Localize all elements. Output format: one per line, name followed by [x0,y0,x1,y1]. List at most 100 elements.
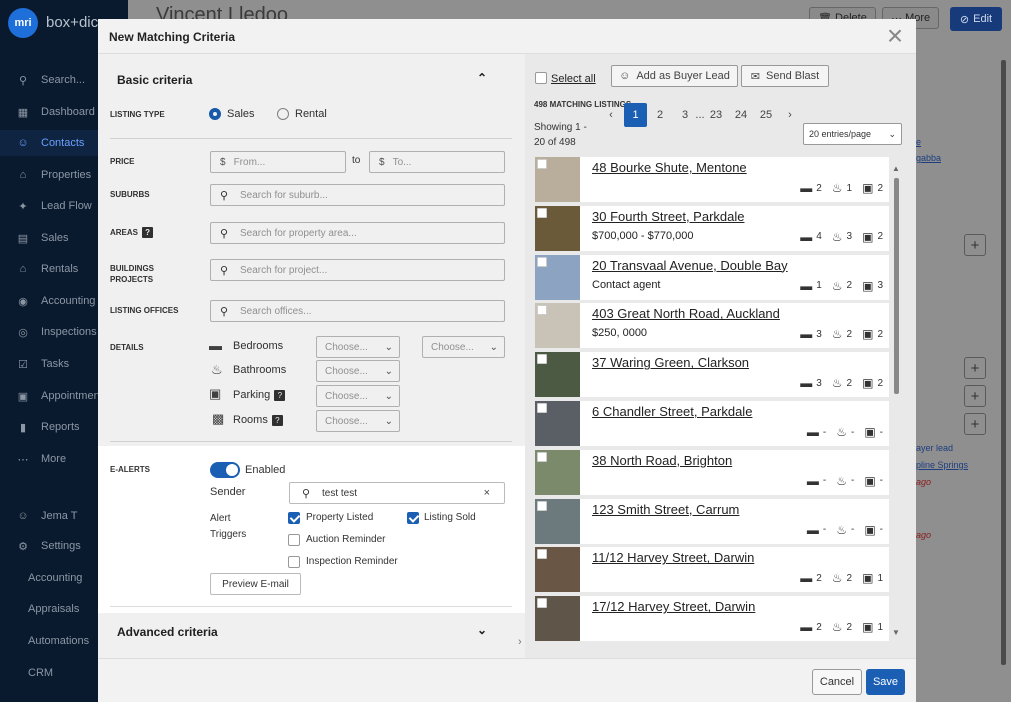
select-all-checkbox[interactable] [535,72,547,84]
page-24[interactable]: 24 [731,103,751,127]
advanced-criteria-heading[interactable]: Advanced criteria [117,625,218,639]
listing-address[interactable]: 37 Waring Green, Clarkson [592,355,749,370]
entries-per-page-select[interactable]: 20 entries/page ⌄ [803,123,902,145]
inspection-reminder-checkbox[interactable] [288,556,300,568]
listing-checkbox[interactable] [537,159,547,169]
help-icon[interactable]: ? [271,415,283,426]
app-logo[interactable]: mri [8,8,38,38]
clear-icon[interactable]: × [484,487,490,499]
chevron-down-icon: ⌄ [888,128,896,139]
listing-row[interactable]: 48 Bourke Shute, Mentone ▬ 2 ♨ 1 ▣ 2 [535,157,889,202]
car-icon: ▣ [862,327,874,342]
pane-toggle-icon[interactable]: › [518,636,522,648]
listing-checkbox[interactable] [537,598,547,609]
listing-sold-checkbox[interactable] [407,512,419,524]
listing-row[interactable]: 123 Smith Street, Carrum ▬ - ♨ - ▣ - [535,498,889,544]
listing-checkbox[interactable] [537,354,547,365]
help-icon[interactable]: ? [142,227,154,238]
page-1[interactable]: 1 [624,103,647,127]
listing-features: ▬ 2 ♨ 2 ▣ 1 [800,571,883,585]
prev-page-icon[interactable]: ‹ [604,103,618,127]
add-button-2[interactable]: + [964,357,986,379]
close-icon[interactable]: × [883,22,907,50]
listing-address[interactable]: 30 Fourth Street, Parkdale [592,209,744,224]
bg-link-2[interactable]: gabba [916,153,941,163]
listing-row[interactable]: 30 Fourth Street, Parkdale $700,000 - $77… [535,205,889,251]
property-listed-checkbox[interactable] [288,512,300,524]
listing-address[interactable]: 20 Transvaal Avenue, Double Bay [592,258,788,273]
listing-row[interactable]: 11/12 Harvey Street, Darwin ▬ 2 ♨ 2 ▣ 1 [535,547,889,593]
listing-checkbox[interactable] [537,500,547,511]
scroll-thumb[interactable] [894,178,899,394]
listing-row[interactable]: 6 Chandler Street, Parkdale ▬ - ♨ - ▣ - [535,401,889,446]
listing-row[interactable]: 37 Waring Green, Clarkson ▬ 3 ♨ 2 ▣ 2 [535,352,889,398]
listing-address[interactable]: 6 Chandler Street, Parkdale [592,404,752,419]
add-buyer-lead-button[interactable]: ☺ Add as Buyer Lead [611,65,738,87]
auction-reminder-checkbox[interactable] [288,534,300,546]
rental-radio[interactable] [277,108,289,120]
listing-checkbox[interactable] [537,549,547,560]
listing-address[interactable]: 48 Bourke Shute, Mentone [592,160,747,175]
price-to-input[interactable]: $ To... [369,151,505,173]
next-page-icon[interactable]: › [783,103,797,127]
add-button-3[interactable]: + [964,385,986,407]
page-3[interactable]: 3 [676,103,694,127]
listing-checkbox[interactable] [537,403,547,413]
save-button[interactable]: Save [866,669,905,695]
project-search-input[interactable]: ⚲ Search for project... [210,259,505,281]
listing-row[interactable]: 403 Great North Road, Auckland $250, 0000… [535,303,889,349]
sidebar-sub-crm[interactable]: CRM [28,667,53,679]
bg-suburb-link[interactable]: pline Springs [916,460,968,470]
bedrooms-max-select[interactable]: Choose... ⌄ [422,336,505,358]
chevron-up-icon[interactable]: ⌃ [477,71,487,85]
sender-input[interactable]: ⚲ test test × [289,482,505,504]
listing-row[interactable]: 17/12 Harvey Street, Darwin ▬ 2 ♨ 2 ▣ 1 [535,596,889,642]
scroll-up-icon[interactable]: ▲ [892,164,900,173]
send-blast-button[interactable]: ✉ Send Blast [741,65,829,87]
page-25[interactable]: 25 [756,103,776,127]
help-icon[interactable]: ? [274,390,286,401]
listing-checkbox[interactable] [537,451,547,462]
parking-select[interactable]: Choose... ⌄ [316,385,400,407]
listing-row[interactable]: 38 North Road, Brighton ▬ - ♨ - ▣ - [535,449,889,495]
bathrooms-select[interactable]: Choose... ⌄ [316,360,400,382]
listing-address[interactable]: 11/12 Harvey Street, Darwin [592,550,754,565]
select-all-link[interactable]: Select all [551,73,596,85]
scroll-down-icon[interactable]: ▼ [892,628,900,637]
price-from-input[interactable]: $ From... [210,151,346,173]
cancel-button[interactable]: Cancel [812,669,862,695]
chevron-down-icon[interactable]: ⌄ [477,623,487,637]
basic-criteria-heading[interactable]: Basic criteria [117,73,192,87]
office-search-input[interactable]: ⚲ Search offices... [210,300,505,322]
listing-checkbox[interactable] [537,207,547,218]
page-2[interactable]: 2 [651,103,669,127]
area-search-input[interactable]: ⚲ Search for property area... [210,222,505,244]
add-button-4[interactable]: + [964,413,986,435]
listing-address[interactable]: 403 Great North Road, Auckland [592,306,780,321]
listings-scrollbar[interactable]: ▲ ▼ [892,164,900,637]
bg-link-1[interactable]: e [916,137,921,147]
sidebar-sub-appraisals[interactable]: Appraisals [28,603,79,615]
bedrooms-min-select[interactable]: Choose... ⌄ [316,336,400,358]
add-button-1[interactable]: + [964,234,986,256]
bed-icon: ▬ [806,473,819,488]
suburb-search-input[interactable]: ⚲ Search for suburb... [210,184,505,206]
listing-address[interactable]: 17/12 Harvey Street, Darwin [592,599,755,614]
edit-button[interactable]: ⊘ Edit [950,7,1002,31]
add-person-icon: ☺ [619,70,631,82]
listing-address[interactable]: 38 North Road, Brighton [592,453,732,468]
sidebar-sub-automations[interactable]: Automations [28,635,89,647]
e-alerts-toggle[interactable] [210,462,240,478]
listing-checkbox[interactable] [537,256,547,267]
rooms-select[interactable]: Choose... ⌄ [316,410,400,432]
page-scrollbar[interactable] [1001,60,1006,665]
listing-row[interactable]: 20 Transvaal Avenue, Double Bay Contact a… [535,254,889,300]
sidebar-sub-accounting[interactable]: Accounting [28,572,82,584]
listing-address[interactable]: 123 Smith Street, Carrum [592,502,739,517]
sales-radio[interactable] [209,108,221,120]
search-icon: ⚲ [220,190,229,202]
listing-checkbox[interactable] [537,305,547,316]
page-23[interactable]: 23 [706,103,726,127]
preview-email-button[interactable]: Preview E-mail [210,573,301,595]
car-icon: ▣ [864,522,876,537]
